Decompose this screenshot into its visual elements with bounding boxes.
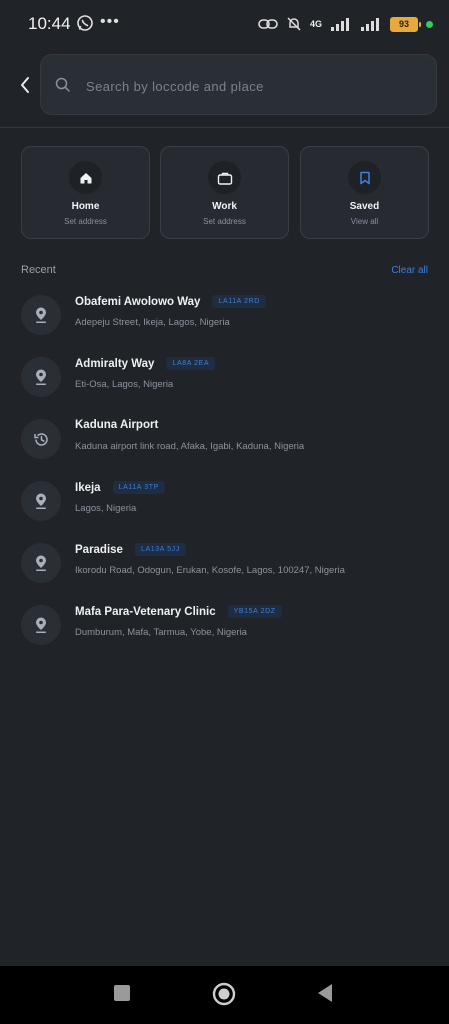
link-icon [258,19,278,29]
status-bar: 10:44 ••• 4G 93 [0,0,449,48]
back-button[interactable] [12,70,38,100]
place-title: Paradise [75,543,123,556]
list-item[interactable]: Kaduna Airport Kaduna airport link road,… [0,414,449,470]
search-icon [55,77,70,92]
more-notifications-icon: ••• [100,13,120,30]
history-icon [21,419,61,459]
place-address: Adepeju Street, Ikeja, Lagos, Nigeria [75,317,230,328]
battery-icon: 93 [390,16,421,32]
search-input[interactable] [84,73,418,99]
shortcut-label: Saved [349,201,380,212]
loccode-badge: LA11A 2RD [212,295,266,308]
loccode-badge: LA11A 3TP [112,481,165,494]
place-address: Kaduna airport link road, Afaka, Igabi, … [75,441,305,452]
list-item[interactable]: Mafa Para-Vetenary Clinic YB15A 2DZ Dumbu… [0,600,449,656]
location-pin-icon [21,543,61,583]
recents-square-icon[interactable] [113,984,131,1002]
status-time: 10:44 [28,14,71,33]
home-icon [69,161,102,194]
shortcut-label: Work [212,201,237,212]
home-circle-icon[interactable] [212,982,236,1006]
recent-heading: Recent [21,264,56,276]
place-address: Eti-Osa, Lagos, Nigeria [75,379,174,390]
place-title: Admiralty Way [75,357,155,370]
signal-2-icon [361,18,379,31]
loccode-badge: LA8A 2EA [166,357,216,370]
briefcase-icon [208,161,241,194]
system-nav-bar [0,966,449,1024]
network-type: 4G [309,18,322,29]
place-title: Mafa Para-Vetenary Clinic [75,605,216,618]
place-address: Ikorodu Road, Odogun, Erukan, Kosofe, La… [75,565,345,576]
shortcut-home-card[interactable]: Home Set address [21,146,150,239]
back-triangle-icon[interactable] [316,983,334,1003]
location-pin-icon [21,481,61,521]
location-pin-icon [21,357,61,397]
clear-all-button[interactable]: Clear all [391,265,428,276]
loccode-badge: LA13A 5JJ [134,543,186,556]
shortcut-work-card[interactable]: Work Set address [160,146,289,239]
place-title: Obafemi Awolowo Way [75,295,201,308]
privacy-indicator [426,20,433,28]
list-item[interactable]: Obafemi Awolowo Way LA11A 2RD Adepeju Str… [0,290,449,346]
search-bar[interactable] [40,54,437,115]
shortcut-sub: Set address [203,217,246,226]
list-item[interactable]: Admiralty Way LA8A 2EA Eti-Osa, Lagos, Ni… [0,352,449,408]
list-item[interactable]: Paradise LA13A 5JJ Ikorodu Road, Odogun, … [0,538,449,594]
muted-bell-icon [287,17,301,31]
place-title: Kaduna Airport [75,419,159,431]
bookmark-icon [348,161,381,194]
header-divider [0,127,449,128]
shortcut-label: Home [71,201,100,212]
chevron-left-icon [21,77,29,93]
status-indicators: 4G 93 [258,14,433,34]
location-pin-icon [21,605,61,645]
signal-icon [331,18,349,31]
place-address: Lagos, Nigeria [75,503,137,514]
shortcut-sub: Set address [64,217,107,226]
shortcut-sub: View all [350,217,379,226]
shortcut-saved-card[interactable]: Saved View all [300,146,429,239]
list-item[interactable]: Ikeja LA11A 3TP Lagos, Nigeria [0,476,449,532]
location-pin-icon [21,295,61,335]
whatsapp-icon [77,15,93,31]
loccode-badge: YB15A 2DZ [227,605,282,618]
place-title: Ikeja [75,481,101,494]
place-address: Dumburum, Mafa, Tarmua, Yobe, Nigeria [75,627,247,638]
